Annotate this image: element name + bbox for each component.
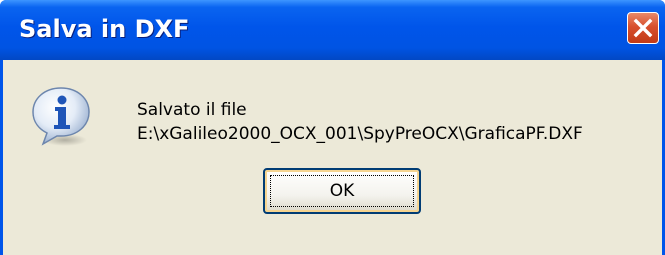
message-text: Salvato il file E:\xGalileo2000_OCX_001\… xyxy=(137,98,583,146)
window-title: Salva in DXF xyxy=(19,15,190,43)
title-bar[interactable]: Salva in DXF xyxy=(0,0,665,60)
close-icon xyxy=(633,18,653,38)
info-icon xyxy=(32,87,90,146)
message-line-1: Salvato il file xyxy=(137,100,247,120)
focus-rectangle xyxy=(270,175,414,207)
dialog-body: Salvato il file E:\xGalileo2000_OCX_001\… xyxy=(3,60,662,255)
message-line-2: E:\xGalileo2000_OCX_001\SpyPreOCX\Grafic… xyxy=(137,124,583,144)
close-button[interactable] xyxy=(627,12,659,44)
ok-button[interactable]: OK xyxy=(263,168,421,214)
dialog-window: Salva in DXF Salvato il file E:\xGalileo… xyxy=(0,0,665,255)
